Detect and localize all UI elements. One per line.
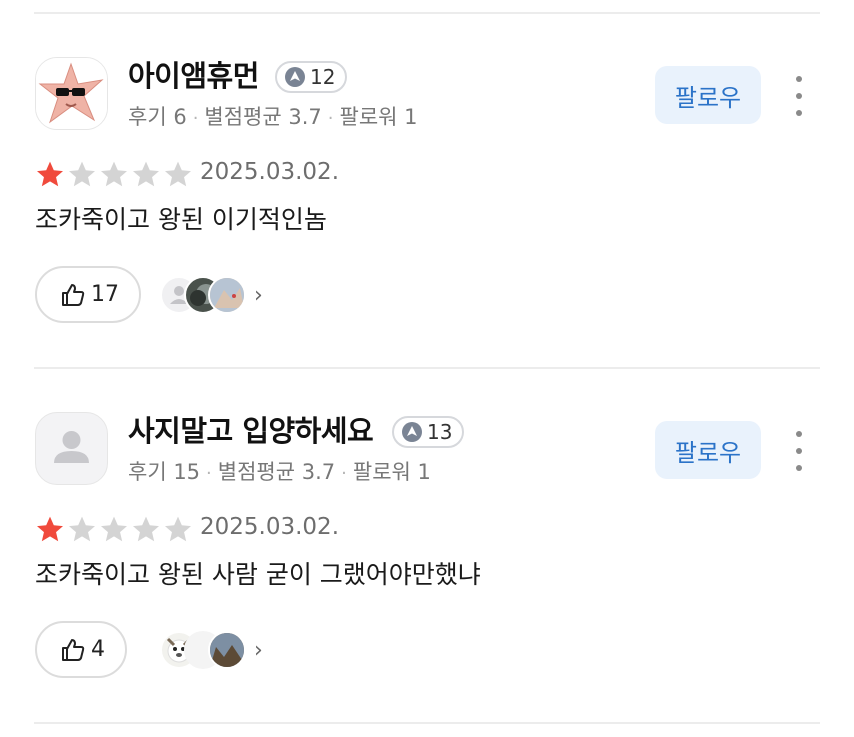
- user-meta: 후기 15 · 별점평균 3.7 · 팔로워 1: [128, 460, 431, 484]
- star-empty-icon: [131, 160, 161, 192]
- follow-button[interactable]: 팔로우: [655, 66, 761, 124]
- followers-count: 팔로워 1: [352, 460, 431, 484]
- user-avatar[interactable]: [35, 57, 108, 130]
- username[interactable]: 사지말고 입양하세요: [128, 411, 374, 451]
- reviews-count: 후기 15: [128, 460, 201, 484]
- star-empty-icon: [163, 515, 193, 547]
- review-item: 아이앰휴먼 12 후기 6 · 별점평균 3.7 · 팔로워 1 팔로우 2025.03…: [0, 0, 854, 340]
- star-empty-icon: [163, 160, 193, 192]
- level-value: 13: [427, 420, 453, 444]
- chevron-right-icon: ›: [254, 637, 263, 663]
- review-date: 2025.03.02.: [200, 514, 339, 540]
- likers-list[interactable]: ›: [160, 631, 263, 669]
- user-meta: 후기 6 · 별점평균 3.7 · 팔로워 1: [128, 105, 418, 129]
- level-value: 12: [310, 65, 336, 89]
- review-date: 2025.03.02.: [200, 159, 339, 185]
- more-options-icon[interactable]: [790, 431, 808, 471]
- like-button[interactable]: 4: [35, 621, 127, 678]
- like-count: 17: [91, 282, 119, 307]
- level-badge: 12: [275, 61, 348, 93]
- star-empty-icon: [67, 160, 97, 192]
- like-button[interactable]: 17: [35, 266, 141, 323]
- level-badge: 13: [392, 416, 465, 448]
- thumbs-up-icon: [62, 638, 85, 661]
- starfish-sunglasses-avatar-icon: [36, 58, 107, 129]
- star-empty-icon: [99, 160, 129, 192]
- follow-button[interactable]: 팔로우: [655, 421, 761, 479]
- review-item: 사지말고 입양하세요 13 후기 15 · 별점평균 3.7 · 팔로워 1 팔로우 2…: [0, 355, 854, 695]
- avg-rating: 별점평균 3.7: [217, 460, 336, 484]
- star-filled-icon: [35, 160, 65, 192]
- bottom-divider: [34, 722, 820, 724]
- default-person-avatar-icon: [54, 431, 89, 463]
- chevron-right-icon: ›: [254, 282, 263, 308]
- star-empty-icon: [131, 515, 161, 547]
- followers-count: 팔로워 1: [339, 105, 418, 129]
- thumbs-up-icon: [62, 283, 85, 306]
- username[interactable]: 아이앰휴먼: [128, 56, 259, 96]
- star-empty-icon: [99, 515, 129, 547]
- level-icon: [402, 422, 422, 442]
- level-icon: [285, 67, 305, 87]
- avg-rating: 별점평균 3.7: [204, 105, 322, 129]
- star-rating: [35, 160, 193, 192]
- liker-avatar: [208, 631, 246, 669]
- reviews-count: 후기 6: [128, 105, 187, 129]
- likers-list[interactable]: ›: [160, 276, 263, 314]
- like-count: 4: [91, 637, 105, 662]
- star-empty-icon: [67, 515, 97, 547]
- star-rating: [35, 515, 193, 547]
- review-content: 조카죽이고 왕된 사람 굳이 그랬어야만했냐: [35, 560, 481, 589]
- more-options-icon[interactable]: [790, 76, 808, 116]
- user-avatar[interactable]: [35, 412, 108, 485]
- star-filled-icon: [35, 515, 65, 547]
- review-content: 조카죽이고 왕된 이기적인놈: [35, 205, 327, 234]
- liker-avatar: [208, 276, 246, 314]
